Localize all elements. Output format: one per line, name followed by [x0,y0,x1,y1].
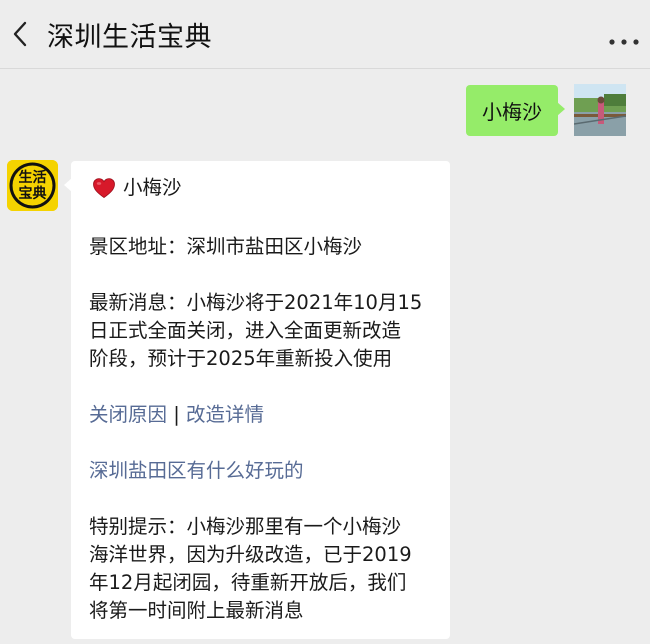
user-avatar[interactable] [574,84,626,136]
card-heading-text: 小梅沙 [123,176,182,199]
user-message-text: 小梅沙 [482,100,542,124]
page-title: 深圳生活宝典 [47,22,212,53]
address-text: 景区地址：深圳市盐田区小梅沙 [89,235,363,258]
user-message-bubble[interactable]: 小梅沙 [466,85,565,136]
things-to-do-link[interactable]: 深圳盐田区有什么好玩的 [89,459,304,482]
chevron-left-icon[interactable] [8,17,32,51]
bot-avatar-text-top: 生活 [19,169,47,186]
notice-line-3: 年12月起闭园，待重新开放后，我们 [89,571,407,594]
notice-line-1: 特别提示：小梅沙那里有一个小梅沙 [89,515,402,538]
news-line-3: 阶段，预计于2025年重新投入使用 [89,347,393,370]
links-row: 关闭原因 | 改造详情 [89,401,439,429]
bot-message-card: 小梅沙 景区地址：深圳市盐田区小梅沙 最新消息：小梅沙将于2021年10月15 … [64,161,450,639]
bot-avatar-badge: 生活 宝典 [7,160,58,211]
user-photo-image [574,84,626,136]
card-heading: 小梅沙 [89,174,439,202]
more-dots-icon[interactable] [604,22,644,52]
link-separator: | [173,403,180,426]
renovation-detail-link[interactable]: 改造详情 [186,403,264,426]
title-bar: 深圳生活宝典 [0,0,650,69]
heart-icon [93,178,115,198]
notice-line-4: 将第一时间附上最新消息 [89,599,304,622]
close-reason-link[interactable]: 关闭原因 [89,403,167,426]
bot-avatar[interactable]: 生活 宝典 [7,160,58,211]
news-line-2: 日正式全面关闭，进入全面更新改造 [89,319,402,342]
bot-avatar-text-bottom: 宝典 [19,185,47,202]
news-line-1: 最新消息：小梅沙将于2021年10月15 [89,291,423,314]
notice-line-2: 海洋世界，因为升级改造，已于2019 [89,543,412,566]
things-to-do-row: 深圳盐田区有什么好玩的 [89,457,439,485]
